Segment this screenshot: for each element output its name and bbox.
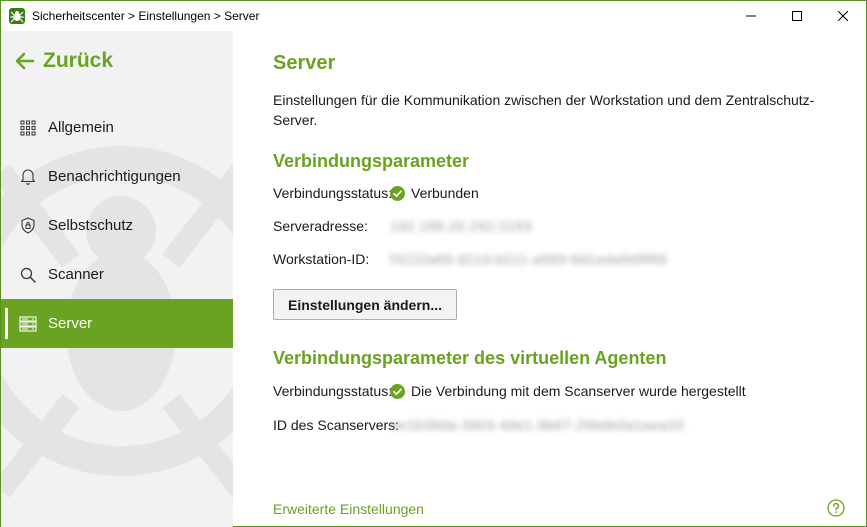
agent-status-value: Die Verbindung mit dem Scanserver wurde …: [390, 383, 746, 399]
back-button[interactable]: Zurück: [15, 49, 113, 73]
shield-icon: [19, 217, 37, 235]
app-window: Sicherheitscenter > Einstellungen > Serv…: [0, 0, 867, 527]
sidebar-item-server[interactable]: Server: [1, 299, 233, 348]
scanserver-id-label: ID des Scanservers:: [273, 417, 400, 433]
sidebar-item-selbstschutz[interactable]: Selbstschutz: [1, 201, 233, 250]
bell-icon: [19, 168, 37, 186]
search-icon: [19, 266, 37, 284]
sidebar: Zurück Allgemein Benachrichtigungen Selb…: [1, 31, 233, 527]
back-label: Zurück: [43, 49, 114, 72]
help-icon[interactable]: [827, 499, 845, 517]
check-circle-icon: [390, 383, 405, 399]
page-description: Einstellungen für die Kommunikation zwis…: [273, 92, 815, 128]
connection-status-value: Verbunden: [390, 185, 479, 201]
grid-icon: [19, 119, 37, 137]
workstation-id-label: Workstation-ID:: [273, 251, 370, 267]
close-button[interactable]: [820, 1, 866, 31]
title-bar: Sicherheitscenter > Einstellungen > Serv…: [1, 1, 866, 31]
sidebar-item-label: Scanner: [48, 266, 104, 283]
server-icon: [19, 315, 37, 333]
page-title: Server: [273, 52, 336, 74]
arrow-left-icon: [15, 52, 35, 70]
maximize-button[interactable]: [774, 1, 820, 31]
change-settings-button[interactable]: Einstellungen ändern...: [273, 289, 457, 320]
main-content: Server Einstellungen für die Kommunikati…: [233, 31, 866, 527]
sidebar-item-allgemein[interactable]: Allgemein: [1, 103, 233, 152]
connection-status-text: Verbunden: [411, 185, 479, 201]
maximize-icon: [792, 11, 802, 21]
sidebar-item-scanner[interactable]: Scanner: [1, 250, 233, 299]
sidebar-item-benachrichtigungen[interactable]: Benachrichtigungen: [1, 152, 233, 201]
connection-status-label: Verbindungsstatus:: [273, 185, 393, 201]
agent-status-text: Die Verbindung mit dem Scanserver wurde …: [411, 383, 746, 399]
advanced-settings-link[interactable]: Erweiterte Einstellungen: [273, 501, 424, 517]
close-icon: [838, 11, 848, 21]
sidebar-item-label: Server: [48, 315, 93, 332]
window-title: Sicherheitscenter > Einstellungen > Serv…: [32, 9, 260, 23]
connection-section-title: Verbindungsparameter: [273, 151, 470, 171]
check-circle-icon: [390, 185, 405, 201]
spider-logo-icon: [9, 8, 25, 24]
server-address-value: 192.168.20.242:2193: [390, 218, 532, 234]
scanserver-id-value: 4e1b39da-3903-4de1-9b67-29bde0a1aea33: [390, 417, 685, 433]
minimize-button[interactable]: [728, 1, 774, 31]
server-address-label: Serveradresse:: [273, 218, 368, 234]
sidebar-item-label: Selbstschutz: [48, 217, 134, 234]
minimize-icon: [746, 15, 756, 17]
sidebar-item-label: Benachrichtigungen: [48, 168, 181, 185]
virtual-agent-section-title: Verbindungsparameter des virtuellen Agen…: [273, 348, 667, 368]
agent-status-label: Verbindungsstatus:: [273, 383, 393, 399]
workstation-id-value: f3222a89-d21d-b211-a583-8d1a4a9d9f69: [390, 251, 667, 267]
sidebar-item-label: Allgemein: [48, 119, 114, 136]
